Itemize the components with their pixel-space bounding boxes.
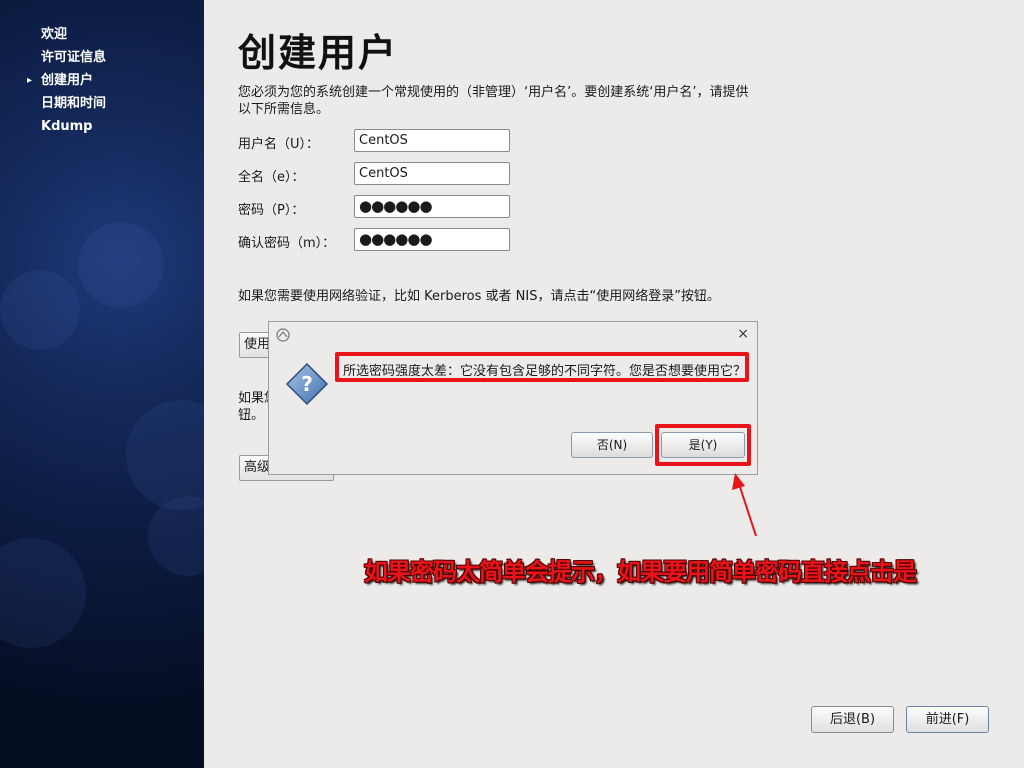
- sidebar-item-date-time: 日期和时间: [41, 95, 106, 118]
- question-diamond-icon: ?: [285, 362, 329, 406]
- username-label: 用户名（U）：: [238, 137, 320, 152]
- yes-button[interactable]: 是(Y): [661, 432, 745, 458]
- sidebar-item-welcome: 欢迎: [41, 26, 106, 49]
- dialog-message: 所选密码强度太差：它没有包含足够的不同字符。您是否想要使用它？: [343, 364, 747, 379]
- sidebar-bubble-decoration: [148, 496, 204, 576]
- sidebar-steps: 欢迎 许可证信息 ▸ 创建用户 日期和时间 Kdump: [27, 26, 106, 141]
- confirm-password-input[interactable]: ●●●●●●: [354, 228, 510, 251]
- back-button[interactable]: 后退(B): [811, 706, 894, 733]
- page-title: 创建用户: [238, 31, 399, 75]
- password-label: 密码（P）：: [238, 203, 305, 218]
- sidebar-item-label: Kdump: [41, 119, 93, 134]
- no-button[interactable]: 否(N): [571, 432, 653, 458]
- sidebar-item-label: 创建用户: [41, 73, 94, 88]
- active-step-arrow-icon: ▸: [27, 75, 33, 86]
- network-login-hint: 如果您需要使用网络验证，比如 Kerberos 或者 NIS，请点击“使用网络登…: [238, 289, 720, 304]
- sidebar-item-label: 欢迎: [41, 27, 68, 42]
- dialog-app-icon: [276, 328, 290, 342]
- next-button[interactable]: 前进(F): [906, 706, 989, 733]
- sidebar-bubble-decoration: [126, 400, 204, 510]
- sidebar-item-label: 许可证信息: [41, 50, 107, 65]
- sidebar-item-license: 许可证信息: [41, 49, 106, 72]
- password-input[interactable]: ●●●●●●: [354, 195, 510, 218]
- close-icon[interactable]: ×: [737, 326, 749, 342]
- sidebar-bubble-decoration: [0, 538, 86, 648]
- sidebar-item-label: 日期和时间: [41, 96, 107, 111]
- annotation-arrow-icon: [732, 473, 757, 537]
- annotation-text: 如果密码太简单会提示，如果要用简单密码直接点击是: [364, 558, 917, 586]
- fullname-label: 全名（e）：: [238, 170, 305, 185]
- sidebar: 欢迎 许可证信息 ▸ 创建用户 日期和时间 Kdump: [0, 0, 204, 768]
- username-input[interactable]: CentOS: [354, 129, 510, 152]
- svg-text:?: ?: [301, 372, 313, 396]
- sidebar-item-kdump: Kdump: [41, 118, 106, 141]
- page-description: 您必须为您的系统创建一个常规使用的（非管理）‘用户名’。要创建系统‘用户名’，请…: [238, 85, 749, 117]
- password-warning-dialog: × ? 所选密码强度太差：它没有包含足够的不同字符。您是否想要使用它？ 否(N)…: [268, 321, 758, 475]
- sidebar-bubble-decoration: [0, 270, 80, 350]
- sidebar-bubble-decoration: [78, 222, 164, 308]
- confirm-password-label: 确认密码（m）：: [238, 236, 336, 251]
- sidebar-item-create-user: ▸ 创建用户: [27, 72, 106, 95]
- fullname-input[interactable]: CentOS: [354, 162, 510, 185]
